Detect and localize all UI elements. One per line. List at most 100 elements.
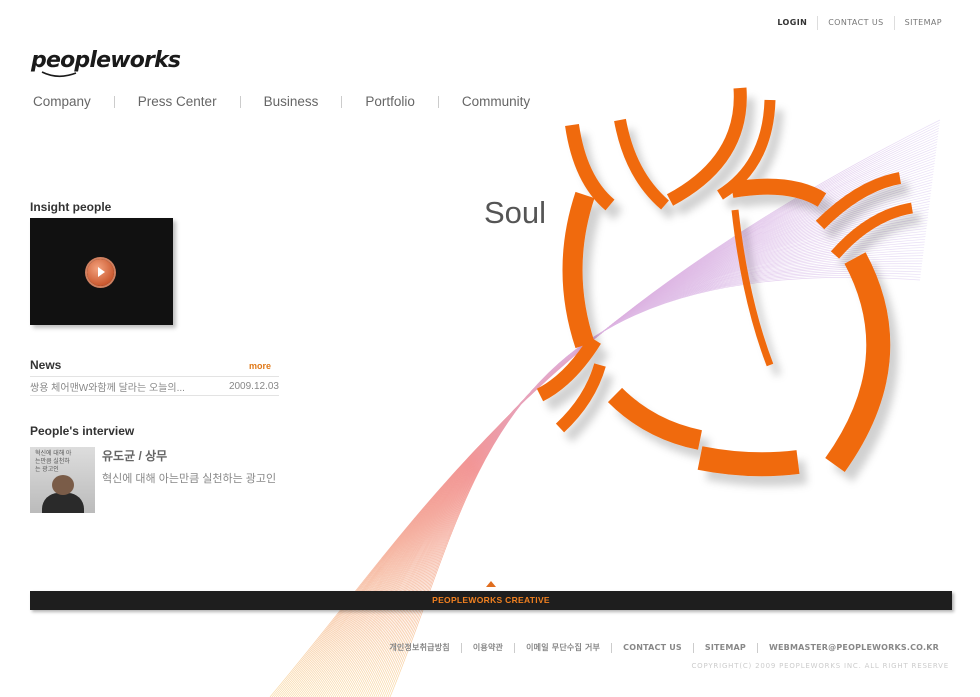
main-nav: Company Press Center Business Portfolio … (33, 94, 530, 109)
bar-arrow-icon (486, 581, 496, 587)
flow-line (306, 168, 935, 697)
logo-swoosh-icon (41, 71, 77, 78)
contact-us-link[interactable]: CONTACT US (818, 12, 893, 33)
flow-line (365, 247, 925, 697)
flow-line (283, 138, 938, 697)
flow-line (340, 214, 929, 697)
news-item-date: 2009.12.03 (228, 380, 279, 392)
nav-company[interactable]: Company (33, 94, 91, 109)
footer-sitemap-link[interactable]: SITEMAP (694, 641, 757, 654)
flow-line (304, 165, 935, 697)
flow-line (292, 149, 937, 697)
flow-line (300, 160, 936, 697)
person-body (42, 493, 84, 513)
flow-line (355, 233, 926, 697)
flow-line (344, 219, 928, 697)
interview-photo-caption: 혁신에 대해 아는만큼 실천하는 광고인 (35, 451, 72, 473)
flow-line (385, 272, 921, 697)
flow-line (322, 190, 932, 697)
flow-line (294, 152, 937, 697)
flow-line (312, 176, 933, 697)
news-item-title[interactable]: 쌍용 체어맨W와함께 달라는 오늘의... (30, 379, 185, 394)
interview-photo[interactable]: 혁신에 대해 아는만큼 실천하는 광고인 (30, 447, 95, 513)
flow-line (302, 163, 935, 697)
creative-bar[interactable]: PEOPLEWORKS CREATIVE (30, 591, 952, 610)
nav-business[interactable]: Business (264, 94, 319, 109)
flow-line (359, 238, 926, 697)
flow-line (332, 203, 930, 697)
flow-line (320, 187, 932, 697)
hero-word: Soul (484, 195, 547, 230)
nav-divider (437, 95, 439, 108)
news-more-link[interactable]: more (249, 361, 271, 371)
flow-line (363, 244, 925, 697)
sitemap-link[interactable]: SITEMAP (895, 12, 952, 33)
flow-line (330, 201, 930, 697)
flow-line (389, 277, 921, 697)
interview-person-name[interactable]: 유도균 / 상무 (102, 447, 167, 464)
flow-line (314, 179, 933, 697)
flow-line (326, 195, 931, 697)
news-title: News (30, 358, 62, 372)
flow-line (381, 268, 922, 697)
flow-line (338, 211, 929, 697)
orange-arcs (536, 87, 914, 477)
nav-portfolio[interactable]: Portfolio (365, 94, 415, 109)
flow-line (369, 252, 924, 697)
nav-community[interactable]: Community (462, 94, 530, 109)
flow-line (371, 255, 924, 697)
flow-line (357, 236, 926, 697)
flow-line (269, 119, 941, 697)
flow-line (383, 270, 922, 697)
login-link[interactable]: LOGIN (767, 12, 817, 33)
flow-line (346, 222, 928, 697)
footer-webmaster-link[interactable]: WEBMASTER@PEOPLEWORKS.CO.KR (758, 641, 950, 654)
flow-line (288, 144, 938, 697)
flow-line (318, 184, 932, 697)
flow-line (298, 157, 936, 697)
flow-line (379, 265, 922, 697)
news-list-item[interactable]: 쌍용 체어맨W와함께 달라는 오늘의... 2009.12.03 (30, 376, 279, 396)
utility-nav: LOGIN CONTACT US SITEMAP (767, 12, 952, 33)
flow-line (285, 141, 938, 697)
flow-line (275, 127, 940, 697)
flow-line (279, 133, 939, 697)
flow-line (296, 154, 936, 697)
flow-line (375, 260, 923, 697)
flow-line (281, 135, 939, 697)
footer-terms-link[interactable]: 이용약관 (462, 640, 514, 655)
nav-divider (341, 95, 343, 108)
insight-title: Insight people (30, 200, 112, 214)
flow-line (308, 171, 934, 697)
flow-line (310, 173, 934, 697)
flow-line (353, 230, 927, 697)
flow-line (342, 217, 928, 697)
flow-line (377, 263, 923, 697)
flow-line (387, 275, 921, 697)
flow-line (373, 257, 923, 697)
flow-line (271, 122, 940, 697)
flow-line (324, 192, 931, 697)
flow-line (316, 182, 933, 697)
flow-line (273, 125, 940, 697)
flow-line (367, 249, 924, 697)
flow-line (290, 146, 937, 697)
footer-email-refusal-link[interactable]: 이메일 무단수집 거부 (515, 640, 611, 655)
nav-divider (239, 95, 241, 108)
copyright: COPYRIGHT(C) 2009 PEOPLEWORKS INC. ALL R… (691, 662, 949, 670)
flow-lines (269, 119, 941, 697)
person-head (52, 475, 74, 495)
interview-description[interactable]: 혁신에 대해 아는만큼 실천하는 광고인 (102, 473, 280, 486)
flow-line (277, 130, 939, 697)
flow-line (328, 198, 931, 697)
footer-contact-link[interactable]: CONTACT US (612, 641, 693, 654)
nav-press-center[interactable]: Press Center (138, 94, 217, 109)
flow-line (336, 209, 929, 697)
insight-video[interactable] (30, 218, 173, 325)
nav-divider (113, 95, 115, 108)
footer-links: 개인정보취급방침 이용약관 이메일 무단수집 거부 CONTACT US SIT… (378, 640, 950, 655)
play-icon[interactable] (87, 259, 114, 286)
flow-line (361, 241, 925, 697)
footer-privacy-link[interactable]: 개인정보취급방침 (378, 640, 460, 655)
flow-line (334, 206, 930, 697)
